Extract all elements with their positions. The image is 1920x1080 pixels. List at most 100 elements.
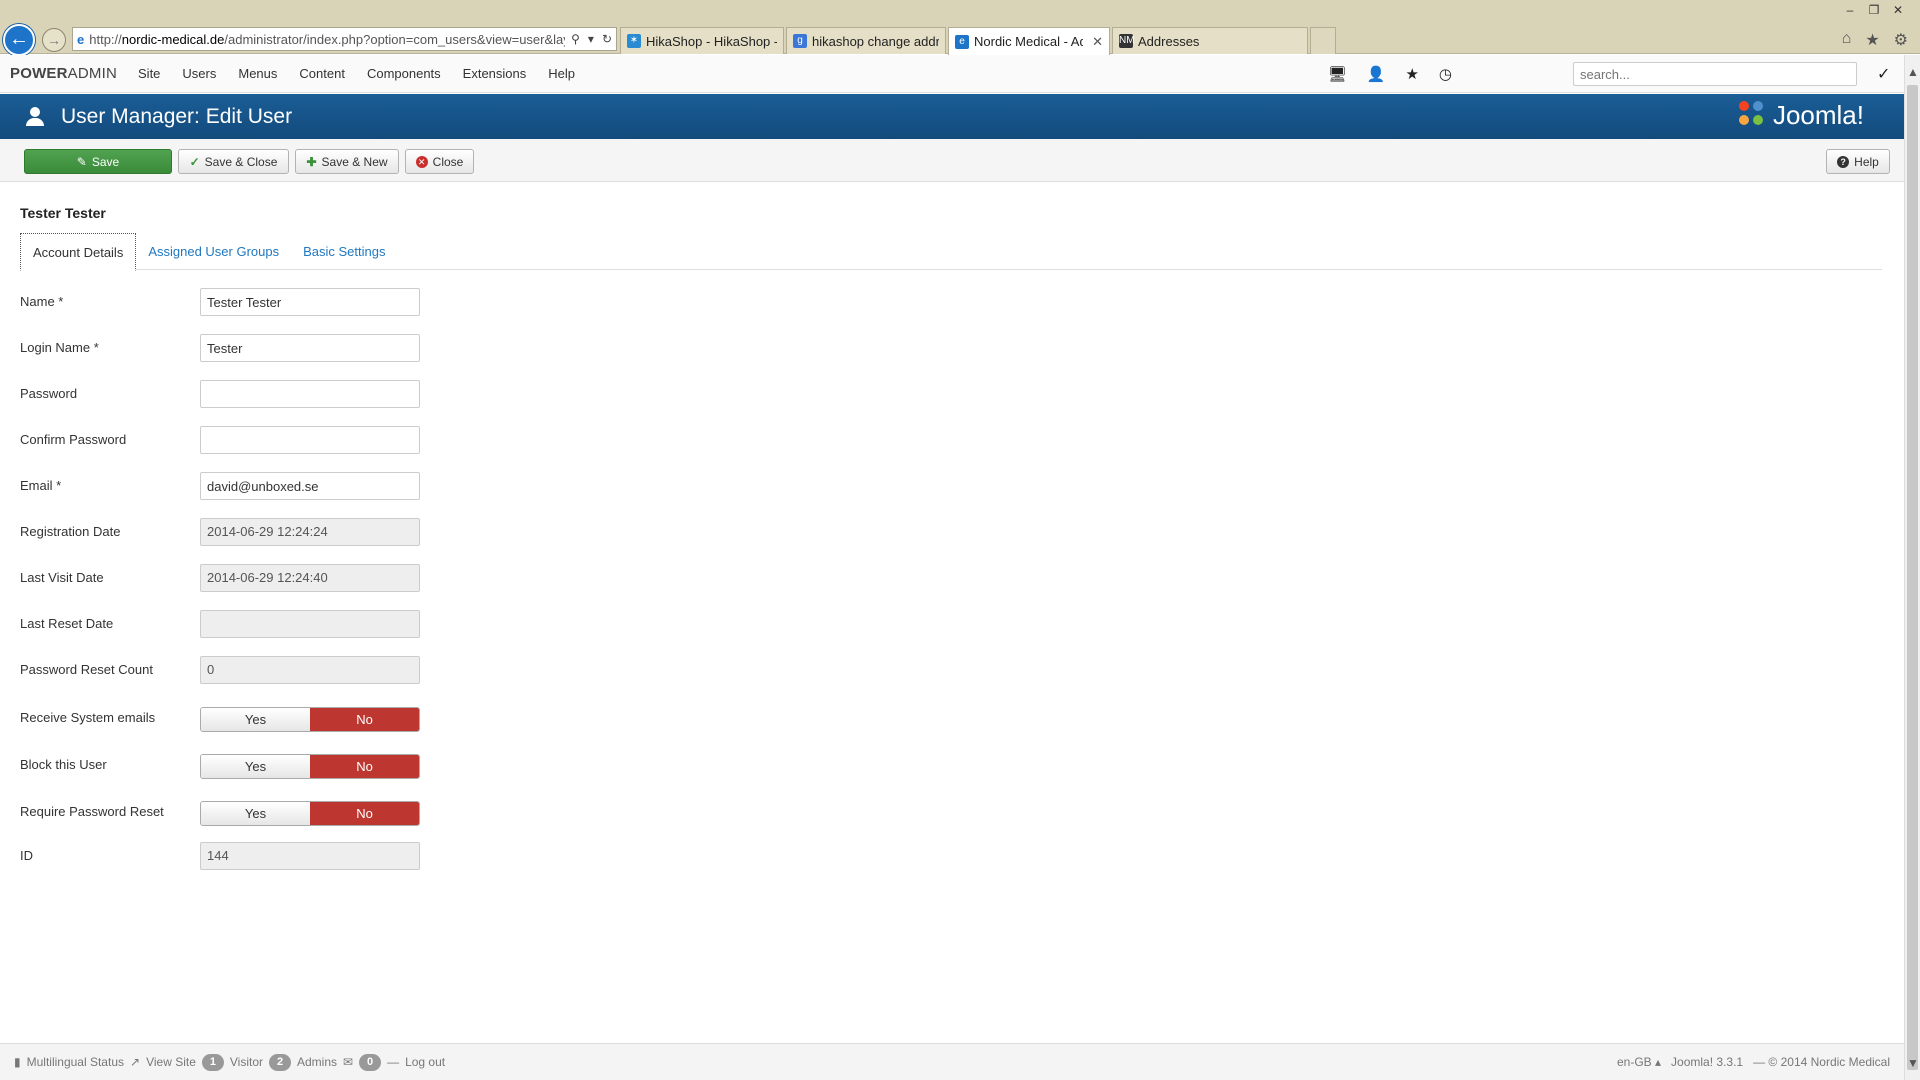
user-icon[interactable]: 👤: [1367, 65, 1386, 83]
minimize-icon[interactable]: –: [1838, 2, 1862, 18]
version-text: Joomla! 3.3.1: [1671, 1055, 1744, 1069]
favorites-star-icon[interactable]: ★: [1865, 30, 1879, 50]
menu-users[interactable]: Users: [171, 66, 227, 81]
language-selector[interactable]: en-GB ▴: [1617, 1055, 1661, 1069]
browser-tab-google[interactable]: g hikashop change address - Go...: [786, 27, 946, 54]
scroll-up-icon[interactable]: ▲: [1907, 65, 1919, 79]
restore-icon[interactable]: ❐: [1862, 2, 1886, 18]
password-field[interactable]: [200, 380, 420, 408]
search-icon[interactable]: ⚲: [571, 32, 580, 46]
scroll-thumb[interactable]: [1907, 85, 1918, 1070]
menu-components[interactable]: Components: [356, 66, 452, 81]
message-count-badge: 0: [359, 1053, 382, 1071]
confirm-password-label: Confirm Password: [20, 432, 127, 447]
browser-tab-addresses[interactable]: NM Addresses: [1112, 27, 1308, 54]
tab-basic-settings[interactable]: Basic Settings: [291, 233, 397, 270]
form-row-last-visit: Last Visit Date 2014-06-29 12:24:40: [20, 564, 520, 592]
help-button[interactable]: ? Help: [1826, 149, 1890, 174]
form-row-confirm-password: Confirm Password: [20, 426, 520, 454]
id-label: ID: [20, 848, 33, 863]
menu-extensions[interactable]: Extensions: [452, 66, 538, 81]
require-reset-yes[interactable]: Yes: [201, 802, 310, 825]
monitor-icon[interactable]: 🖥: [1328, 65, 1347, 83]
last-visit-date-field: 2014-06-29 12:24:40: [200, 564, 420, 592]
edit-icon: ✎: [76, 154, 87, 169]
page-scrollbar[interactable]: ▲ ▼: [1904, 55, 1920, 1080]
browser-tab-nordic-medical[interactable]: e Nordic Medical - Administr... ✕: [948, 27, 1110, 55]
system-emails-no[interactable]: No: [310, 708, 419, 731]
save-new-button[interactable]: ✚ Save & New: [295, 149, 399, 174]
ie-favicon: e: [955, 34, 969, 49]
menu-content[interactable]: Content: [288, 66, 356, 81]
form-row-password: Password: [20, 380, 520, 408]
brand-logo[interactable]: POWERADMIN: [0, 65, 127, 82]
last-visit-date-label: Last Visit Date: [20, 570, 104, 585]
save-button[interactable]: ✎ Save: [24, 149, 172, 174]
login-name-label: Login Name *: [20, 340, 99, 355]
tab-account-details[interactable]: Account Details: [20, 233, 137, 271]
password-label: Password: [20, 386, 78, 401]
home-icon[interactable]: ⌂: [1842, 30, 1852, 50]
block-user-no[interactable]: No: [310, 755, 419, 778]
plus-icon: ✚: [306, 154, 317, 169]
admins-label: Admins: [297, 1055, 338, 1069]
logout-link[interactable]: Log out: [405, 1055, 445, 1069]
form-row-require-reset: Require Password Reset Yes No: [20, 798, 520, 826]
dropdown-icon[interactable]: ▾: [588, 32, 594, 46]
system-emails-yes[interactable]: Yes: [201, 708, 310, 731]
browser-tab-hikashop[interactable]: ✶ HikaShop - HikaShop - New T...: [620, 27, 784, 54]
last-reset-date-label: Last Reset Date: [20, 616, 114, 631]
require-reset-label: Require Password Reset: [20, 804, 164, 819]
form-row-registration-date: Registration Date 2014-06-29 12:24:24: [20, 518, 520, 546]
record-title: Tester Tester: [20, 205, 106, 221]
search-input[interactable]: [1573, 62, 1857, 86]
require-reset-no[interactable]: No: [310, 802, 419, 825]
menu-menus[interactable]: Menus: [227, 66, 288, 81]
joomla-logo: Joomla!: [1738, 100, 1864, 131]
confirm-password-field[interactable]: [200, 426, 420, 454]
minus-icon: —: [387, 1055, 400, 1069]
login-name-field[interactable]: [200, 334, 420, 362]
tab-assigned-user-groups[interactable]: Assigned User Groups: [136, 233, 291, 270]
view-site-link[interactable]: View Site: [146, 1055, 196, 1069]
google-favicon: g: [793, 34, 807, 48]
admin-count-badge: 2: [269, 1053, 291, 1071]
forward-button[interactable]: →: [42, 28, 66, 52]
refresh-icon[interactable]: ↻: [602, 32, 612, 46]
copyright-text: — © 2014 Nordic Medical: [1753, 1055, 1890, 1069]
form-row-reset-count: Password Reset Count 0: [20, 656, 520, 684]
cancel-icon: ✕: [415, 155, 428, 168]
save-close-button[interactable]: ✓ Save & Close: [178, 149, 289, 174]
registration-date-field: 2014-06-29 12:24:24: [200, 518, 420, 546]
close-tab-icon[interactable]: ✕: [1092, 34, 1103, 50]
form-row-system-emails: Receive System emails Yes No: [20, 704, 520, 732]
address-bar[interactable]: e http://nordic-medical.de/administrator…: [72, 27, 617, 51]
menu-site[interactable]: Site: [127, 66, 171, 81]
toolbar: ✎ Save ✓ Save & Close ✚ Save & New ✕ Close ?…: [0, 139, 1904, 182]
external-link-icon: ↗: [130, 1055, 141, 1069]
check-icon[interactable]: ✓: [1877, 64, 1890, 84]
block-user-yes[interactable]: Yes: [201, 755, 310, 778]
settings-gear-icon[interactable]: ⚙: [1894, 30, 1908, 50]
check-icon: ✓: [189, 154, 200, 169]
system-emails-toggle: Yes No: [200, 707, 420, 732]
clock-icon[interactable]: ◷: [1439, 65, 1452, 83]
form-row-id: ID 144: [20, 842, 520, 870]
multilingual-status-link[interactable]: Multilingual Status: [27, 1055, 124, 1069]
password-reset-count-field: 0: [200, 656, 420, 684]
back-button[interactable]: ←: [3, 24, 35, 56]
browser-tabs: ✶ HikaShop - HikaShop - New T... g hikas…: [620, 27, 1336, 55]
star-icon[interactable]: ★: [1405, 65, 1418, 83]
close-window-icon[interactable]: ✕: [1886, 2, 1910, 18]
address-url[interactable]: http://nordic-medical.de/administrator/i…: [89, 32, 565, 47]
window-controls: – ❐ ✕: [1838, 2, 1910, 18]
scroll-down-icon[interactable]: ▼: [1907, 1056, 1919, 1070]
menu-help[interactable]: Help: [537, 66, 586, 81]
user-icon: [26, 106, 44, 127]
email-field[interactable]: [200, 472, 420, 500]
envelope-icon: ✉: [343, 1055, 354, 1069]
status-footer: ▮ Multilingual Status ↗ View Site 1 Visi…: [0, 1043, 1904, 1080]
close-button[interactable]: ✕ Close: [405, 149, 474, 174]
new-tab-button[interactable]: [1310, 27, 1336, 54]
name-field[interactable]: [200, 288, 420, 316]
